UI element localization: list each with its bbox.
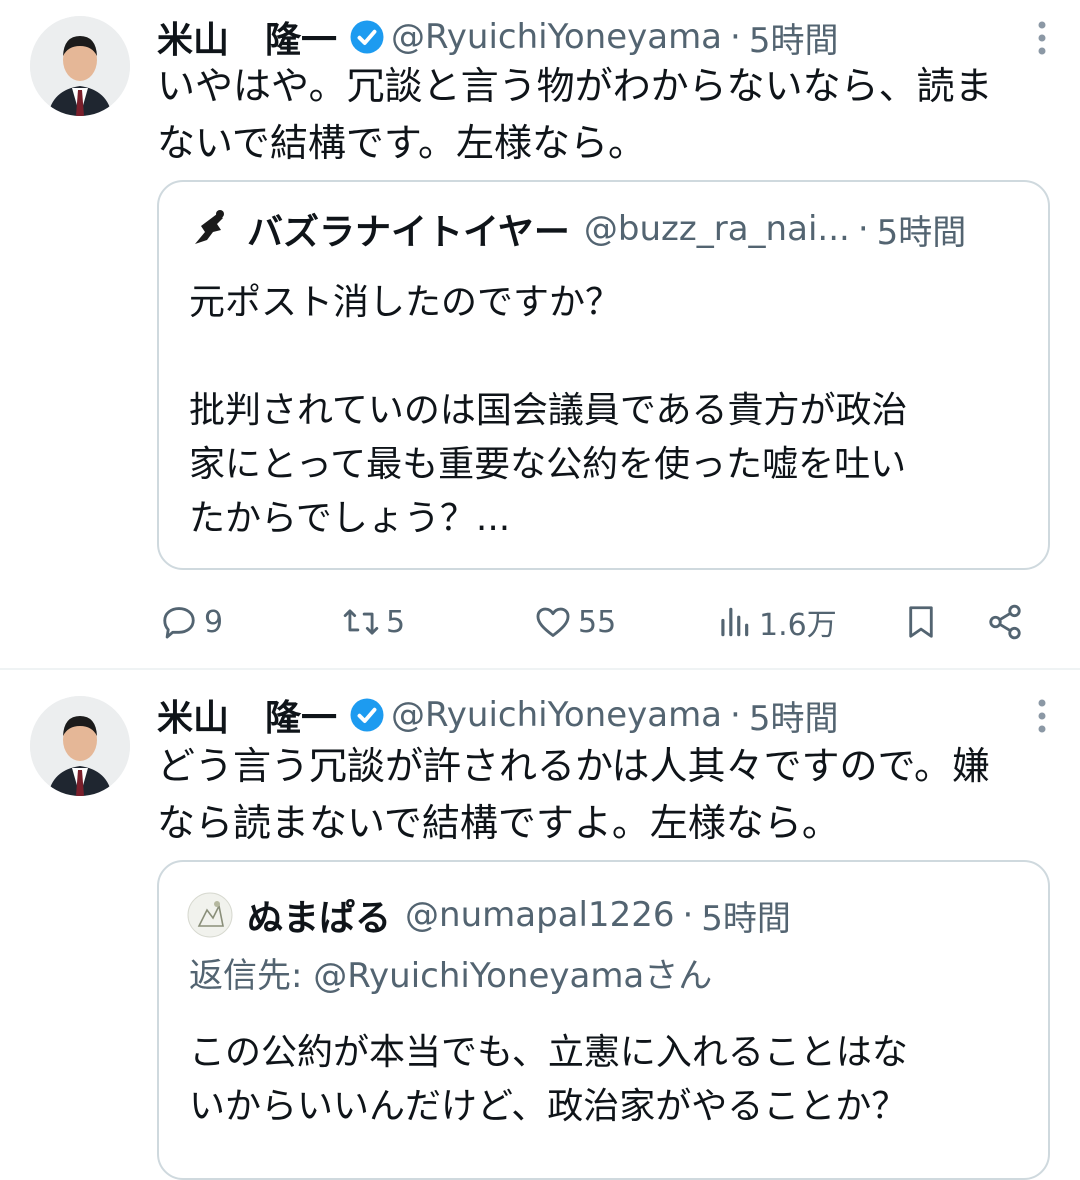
bookmark-button[interactable] <box>902 594 940 650</box>
reply-to-suffix: さん <box>644 956 713 996</box>
quoted-tweet[interactable]: バズラナイトイヤー @buzz_ra_nai... · 5時間 元ポスト消したの… <box>157 180 1050 570</box>
repost-count: 5 <box>386 604 406 640</box>
tweet-text-line: ないで結構です。左様なら。 <box>157 121 647 165</box>
quoted-text-line <box>189 330 1019 384</box>
quoted-timestamp: 5時間 <box>876 212 967 253</box>
verified-badge-icon <box>350 698 384 732</box>
tweet-text-line: どう言う冗談が許されるかは人其々ですので。嫌 <box>157 744 990 788</box>
tweet-text-line: なら読まないで結構ですよ。左様なら。 <box>157 801 840 845</box>
repost-button[interactable]: 5 <box>342 594 405 650</box>
tweet-header: 米山 隆一 @RyuichiYoneyama · 5時間 <box>157 12 1080 62</box>
reply-to-handle[interactable]: @RyuichiYoneyama <box>313 956 644 996</box>
header-separator: · <box>730 695 741 735</box>
quoted-author-handle: @numapal1226 <box>405 895 675 935</box>
reply-to-prefix: 返信先: <box>189 956 314 996</box>
verified-badge-icon <box>350 20 384 54</box>
header-separator: · <box>682 895 694 935</box>
like-count: 55 <box>578 604 617 640</box>
like-button[interactable]: 55 <box>534 594 616 650</box>
quoted-text-line: 批判されていのは国会議員である貴方が政治 <box>189 390 908 431</box>
share-icon <box>989 604 1021 640</box>
reply-count: 9 <box>204 604 224 640</box>
reply-button[interactable]: 9 <box>160 594 223 650</box>
views-button[interactable]: 1.6万 <box>715 594 837 650</box>
tweet-text: いやはや。冗談と言う物がわからないなら、読ま ないで結構です。左様なら。 <box>157 58 1047 172</box>
quoted-text-line: いからいいんだけど、政治家がやることか？ <box>189 1086 908 1127</box>
quoted-text-line: たからでしょう？... <box>189 498 511 539</box>
quoted-timestamp: 5時間 <box>701 898 791 939</box>
quoted-text-line: 元ポスト消したのですか？ <box>189 282 622 323</box>
header-separator: · <box>857 209 869 249</box>
quoted-text-line: この公約が本当でも、立憲に入れることはな <box>189 1032 908 1073</box>
action-bar: 9 5 55 1.6万 <box>160 594 1040 654</box>
quoted-author-handle: @buzz_ra_nai... <box>583 209 850 249</box>
tweet-text-line: いやはや。冗談と言う物がわからないなら、読ま <box>157 64 993 108</box>
author-name[interactable]: 米山 隆一 <box>157 689 337 741</box>
quoted-tweet[interactable]: ぬまぱる @numapal1226 · 5時間 返信先: @RyuichiYon… <box>157 860 1050 1180</box>
views-count: 1.6万 <box>759 608 837 643</box>
author-avatar[interactable] <box>30 16 130 116</box>
bookmark-icon <box>909 606 933 638</box>
timestamp[interactable]: 5時間 <box>749 691 839 740</box>
author-avatar[interactable] <box>30 696 130 796</box>
more-vertical-icon[interactable] <box>1038 698 1046 734</box>
repost-icon <box>343 609 379 635</box>
tweet-header: 米山 隆一 @RyuichiYoneyama · 5時間 <box>157 690 1080 740</box>
author-name[interactable]: 米山 隆一 <box>157 11 337 63</box>
header-separator: · <box>730 17 741 57</box>
quoted-author-name: ぬまぱる <box>247 898 392 939</box>
views-icon <box>721 607 749 637</box>
quoted-tweet-header: ぬまぱる @numapal1226 · 5時間 <box>187 890 1028 940</box>
quoted-author-avatar <box>187 206 233 252</box>
quoted-text-line: 家にとって最も重要な公約を使った嘘を吐い <box>189 444 907 485</box>
tweet-text: どう言う冗談が許されるかは人其々ですので。嫌 なら読まないで結構ですよ。左様なら… <box>157 738 1047 852</box>
author-handle[interactable]: @RyuichiYoneyama <box>391 17 722 57</box>
quoted-author-avatar <box>187 892 233 938</box>
tweet-2[interactable]: 米山 隆一 @RyuichiYoneyama · 5時間 どう言う冗談が許される… <box>0 670 1080 1180</box>
heart-icon <box>536 607 570 637</box>
reply-icon <box>163 607 195 639</box>
tweet-1[interactable]: 米山 隆一 @RyuichiYoneyama · 5時間 いやはや。冗談と言う物… <box>0 0 1080 668</box>
share-button[interactable] <box>986 594 1024 650</box>
quoted-tweet-text: この公約が本当でも、立憲に入れることはな いからいいんだけど、政治家がやることか… <box>189 1026 1019 1134</box>
author-handle[interactable]: @RyuichiYoneyama <box>391 695 722 735</box>
quoted-tweet-header: バズラナイトイヤー @buzz_ra_nai... · 5時間 <box>187 204 1028 254</box>
more-vertical-icon[interactable] <box>1038 20 1046 56</box>
quoted-tweet-text: 元ポスト消したのですか？ 批判されていのは国会議員である貴方が政治 家にとって最… <box>189 276 1019 546</box>
timestamp[interactable]: 5時間 <box>749 13 839 62</box>
reply-to-line: 返信先: @RyuichiYoneyamaさん <box>189 948 712 997</box>
quoted-author-name: バズラナイトイヤー <box>247 212 570 253</box>
